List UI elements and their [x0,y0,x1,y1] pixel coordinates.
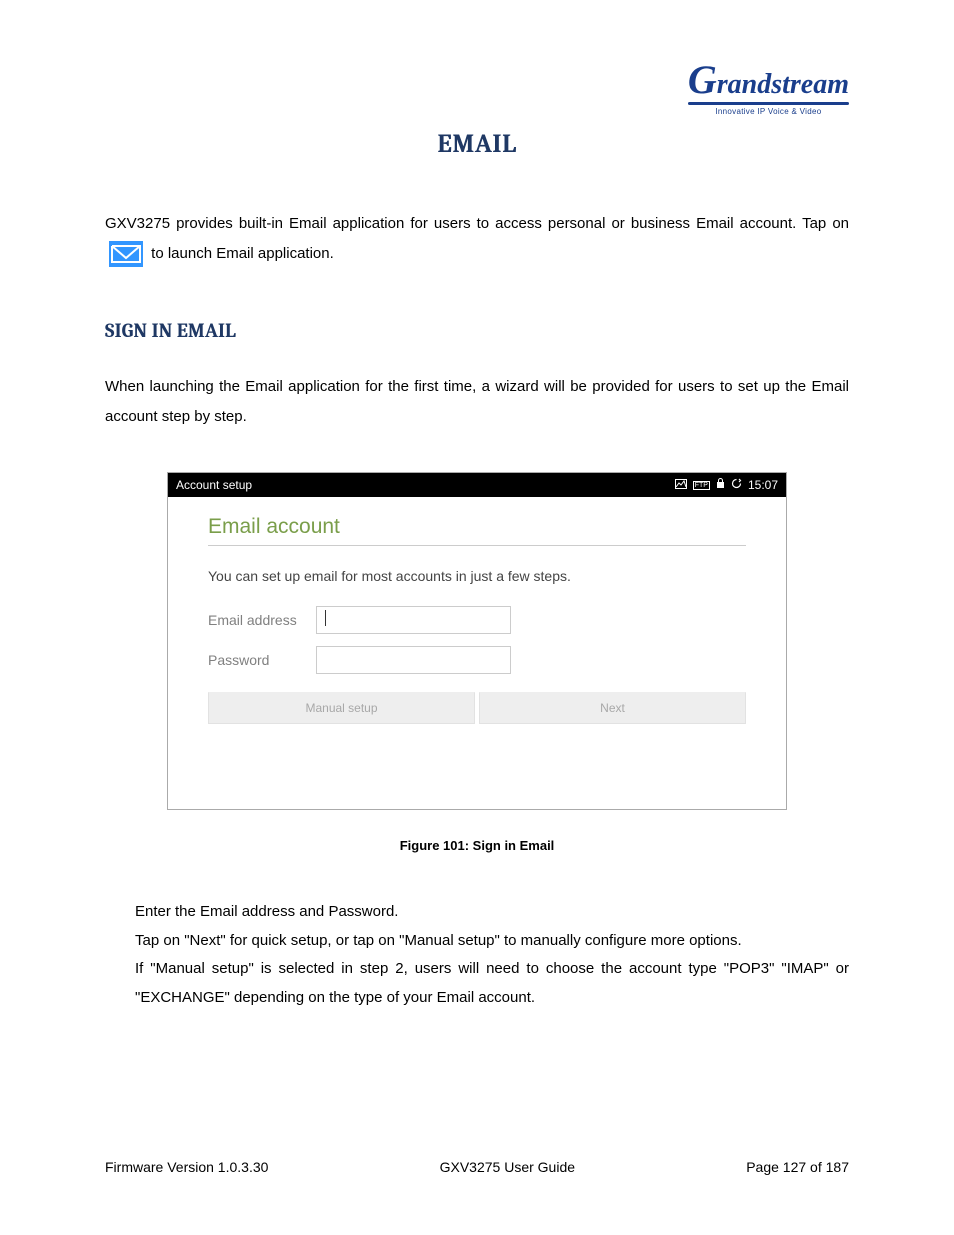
email-field[interactable] [316,606,511,634]
email-label: Email address [208,612,316,628]
next-button[interactable]: Next [479,692,746,724]
page-title: EMAIL [105,129,849,159]
screenshot-bar-title: Account setup [176,478,675,492]
instruction-line-2: Tap on "Next" for quick setup, or tap on… [105,927,849,956]
footer-right: Page 127 of 187 [746,1159,849,1175]
password-label: Password [208,652,316,668]
instruction-line-3: If "Manual setup" is selected in step 2,… [105,955,849,1012]
footer-center: GXV3275 User Guide [440,1159,575,1175]
email-app-icon [109,241,143,267]
screenshot-heading: Email account [208,515,746,546]
embedded-screenshot: Account setup FTP 15:07 Email account Yo… [167,472,787,810]
screenshot-desc: You can set up email for most accounts i… [208,568,746,584]
intro-paragraph: GXV3275 provides built-in Email applicat… [105,209,849,269]
ftp-icon: FTP [693,481,710,490]
instruction-line-1: Enter the Email address and Password. [105,898,849,927]
screenshot-statusbar: Account setup FTP 15:07 [168,473,786,497]
sync-icon [731,478,742,492]
footer-left: Firmware Version 1.0.3.30 [105,1159,268,1175]
section-body: When launching the Email application for… [105,372,849,432]
intro-text-1: GXV3275 provides built-in Email applicat… [105,215,849,232]
screenshot-bar-time: 15:07 [748,478,778,492]
manual-setup-button[interactable]: Manual setup [208,692,475,724]
page-footer: Firmware Version 1.0.3.30 GXV3275 User G… [105,1159,849,1175]
brand-logo: Grandstream Innovative IP Voice & Video [105,60,849,119]
lock-icon [716,478,725,492]
brand-tagline: Innovative IP Voice & Video [688,107,849,116]
intro-text-2: to launch Email application. [151,245,334,262]
section-heading: SIGN IN EMAIL [105,319,849,342]
password-field[interactable] [316,646,511,674]
picture-icon [675,479,687,492]
figure-caption: Figure 101: Sign in Email [105,838,849,853]
